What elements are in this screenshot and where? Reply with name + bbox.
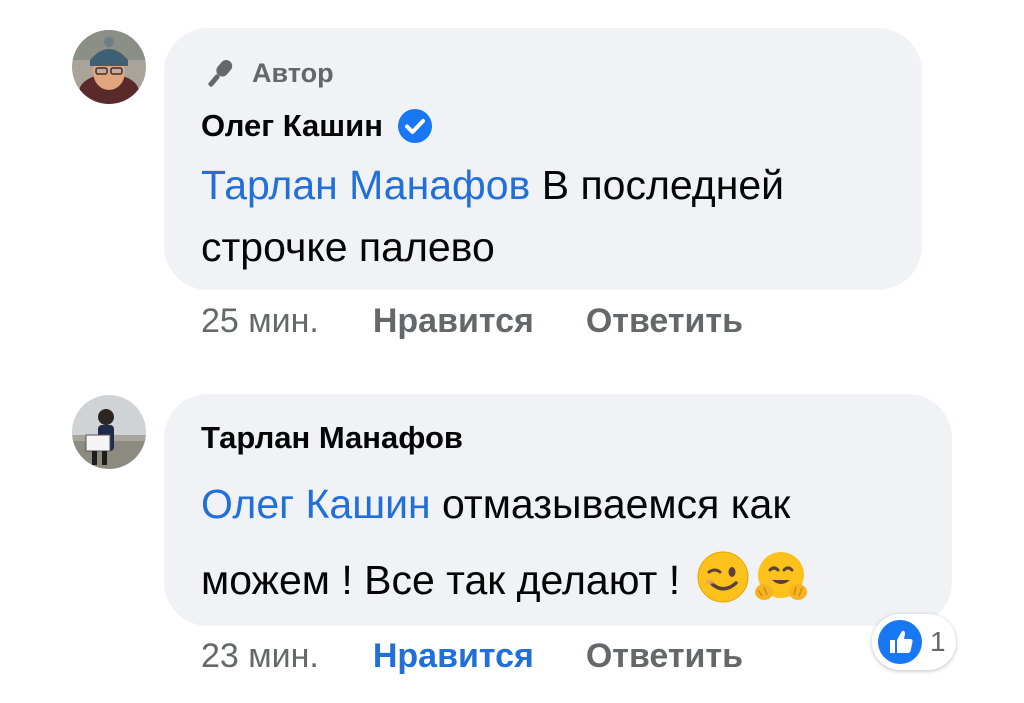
reply-button[interactable]: Ответить <box>586 637 743 676</box>
avatar-oleg-kashin[interactable] <box>72 30 146 104</box>
mention-link[interactable]: Олег Кашин <box>201 481 431 527</box>
verified-badge-icon <box>397 109 432 143</box>
reaction-count: 1 <box>930 626 946 657</box>
author-name-text[interactable]: Олег Кашин <box>201 108 383 144</box>
comment-text-line1: отмазываемся как <box>430 481 791 527</box>
comment-actions: 23 мин. Нравится Ответить <box>201 637 743 676</box>
comment-text: Тарлан Манафов В последней строчке палев… <box>201 154 901 278</box>
comment-text: Олег Кашин отмазываемся как можем ! Все … <box>201 466 941 618</box>
avatar-image <box>72 30 146 104</box>
hugging-face-icon <box>754 552 807 600</box>
microphone-icon <box>208 59 233 87</box>
comment-timestamp[interactable]: 25 мин. <box>201 302 319 341</box>
winking-face-icon <box>697 551 748 603</box>
comment-author[interactable]: Тарлан Манафов <box>201 420 463 456</box>
like-button[interactable]: Нравится <box>373 302 534 341</box>
comment-text-line2: можем ! Все так делают ! <box>201 557 692 603</box>
author-badge: Автор <box>200 56 334 90</box>
like-button[interactable]: Нравится <box>373 637 534 676</box>
mention-link[interactable]: Тарлан Манафов <box>201 162 530 208</box>
comment-text-line2: строчке палево <box>201 224 495 270</box>
avatar-tarlan-manafov[interactable] <box>72 395 146 469</box>
avatar-image <box>72 395 146 469</box>
comment-text-line1: В последней <box>530 162 785 208</box>
reaction-summary[interactable]: 1 <box>872 614 956 670</box>
author-badge-label: Автор <box>252 57 334 88</box>
comment-actions: 25 мин. Нравится Ответить <box>201 302 743 341</box>
reply-button[interactable]: Ответить <box>586 302 743 341</box>
comment-timestamp[interactable]: 23 мин. <box>201 637 319 676</box>
like-reaction-icon <box>878 620 922 664</box>
author-name-text[interactable]: Тарлан Манафов <box>201 420 463 456</box>
comment-author[interactable]: Олег Кашин <box>201 108 433 144</box>
